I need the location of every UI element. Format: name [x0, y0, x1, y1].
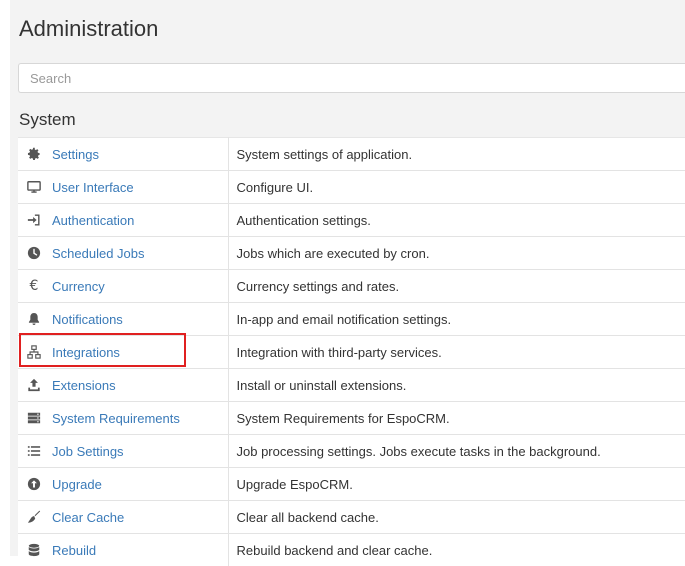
upload-icon — [27, 378, 41, 392]
sign-in-icon — [27, 213, 41, 227]
notifications-description: In-app and email notification settings. — [228, 303, 685, 336]
network-icon — [27, 345, 41, 359]
clock-icon — [27, 246, 41, 260]
integrations-description: Integration with third-party services. — [228, 336, 685, 369]
settings-description: System settings of application. — [228, 138, 685, 171]
table-row: Extensions Install or uninstall extensio… — [18, 369, 685, 402]
currency-link[interactable]: Currency — [52, 279, 105, 294]
gear-icon — [27, 147, 41, 161]
upgrade-description: Upgrade EspoCRM. — [228, 468, 685, 501]
broom-icon — [27, 510, 41, 524]
authentication-link[interactable]: Authentication — [52, 213, 134, 228]
rebuild-link[interactable]: Rebuild — [52, 543, 96, 558]
job-settings-link[interactable]: Job Settings — [52, 444, 124, 459]
user-interface-description: Configure UI. — [228, 171, 685, 204]
page-title: Administration — [19, 16, 158, 42]
table-row: Authentication Authentication settings. — [18, 204, 685, 237]
monitor-icon — [27, 180, 41, 194]
section-title-system: System — [19, 110, 76, 130]
arrow-up-circle-icon — [27, 477, 41, 491]
scheduled-jobs-link[interactable]: Scheduled Jobs — [52, 246, 145, 261]
database-icon — [27, 543, 41, 557]
integrations-link[interactable]: Integrations — [52, 345, 120, 360]
authentication-description: Authentication settings. — [228, 204, 685, 237]
bell-icon — [27, 312, 41, 326]
euro-icon: € — [27, 279, 41, 293]
system-requirements-description: System Requirements for EspoCRM. — [228, 402, 685, 435]
table-row: Upgrade Upgrade EspoCRM. — [18, 468, 685, 501]
list-icon — [27, 444, 41, 458]
extensions-link[interactable]: Extensions — [52, 378, 116, 393]
job-settings-description: Job processing settings. Jobs execute ta… — [228, 435, 685, 468]
table-row: Settings System settings of application. — [18, 138, 685, 171]
currency-description: Currency settings and rates. — [228, 270, 685, 303]
rebuild-description: Rebuild backend and clear cache. — [228, 534, 685, 566]
table-row: System Requirements System Requirements … — [18, 402, 685, 435]
system-requirements-link[interactable]: System Requirements — [52, 411, 180, 426]
table-row: Integrations Integration with third-part… — [18, 336, 685, 369]
clear-cache-link[interactable]: Clear Cache — [52, 510, 124, 525]
table-row: Scheduled Jobs Jobs which are executed b… — [18, 237, 685, 270]
extensions-description: Install or uninstall extensions. — [228, 369, 685, 402]
upgrade-link[interactable]: Upgrade — [52, 477, 102, 492]
table-row: € Currency Currency settings and rates. — [18, 270, 685, 303]
table-row: Notifications In-app and email notificat… — [18, 303, 685, 336]
notifications-link[interactable]: Notifications — [52, 312, 123, 327]
table-row: Rebuild Rebuild backend and clear cache. — [18, 534, 685, 566]
system-settings-table: Settings System settings of application.… — [18, 137, 685, 566]
settings-link[interactable]: Settings — [52, 147, 99, 162]
server-icon — [27, 411, 41, 425]
table-row: User Interface Configure UI. — [18, 171, 685, 204]
user-interface-link[interactable]: User Interface — [52, 180, 134, 195]
table-row: Job Settings Job processing settings. Jo… — [18, 435, 685, 468]
table-row: Clear Cache Clear all backend cache. — [18, 501, 685, 534]
clear-cache-description: Clear all backend cache. — [228, 501, 685, 534]
search-input[interactable] — [18, 63, 685, 93]
scheduled-jobs-description: Jobs which are executed by cron. — [228, 237, 685, 270]
admin-page: Administration System Settings System se… — [10, 0, 685, 556]
